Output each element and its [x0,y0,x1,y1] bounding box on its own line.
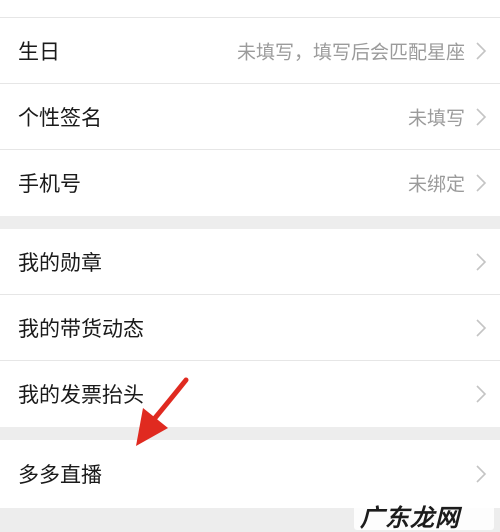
birthday-label: 生日 [18,40,60,64]
chevron-right-icon [476,42,487,60]
signature-label: 个性签名 [18,106,102,130]
site-watermark-logo: 广东龙网 [354,496,494,532]
phone-row[interactable]: 手机号 未绑定 [0,150,500,216]
top-cut-row [0,0,500,18]
signature-value: 未填写 [407,107,465,130]
phone-label: 手机号 [18,172,81,196]
account-group: 我的勋章 我的带货动态 我的发票抬头 [0,229,500,427]
birthday-row[interactable]: 生日 未填写，填写后会匹配星座 [0,18,500,84]
duoduo-live-label: 多多直播 [18,463,102,487]
birthday-value: 未填写，填写后会匹配星座 [236,41,465,64]
invoice-title-row[interactable]: 我的发票抬头 [0,361,500,427]
sales-activity-row[interactable]: 我的带货动态 [0,295,500,361]
chevron-right-icon [476,253,487,271]
medals-label: 我的勋章 [18,251,102,275]
profile-info-group: 生日 未填写，填写后会匹配星座 个性签名 未填写 手机号 未绑定 [0,0,500,216]
medals-row[interactable]: 我的勋章 [0,229,500,295]
chevron-right-icon [476,319,487,337]
watermark-text: 广东龙网 [360,503,460,532]
chevron-right-icon [476,174,487,192]
profile-settings-page: 生日 未填写，填写后会匹配星座 个性签名 未填写 手机号 未绑定 我的勋章 我的… [0,0,500,532]
sales-activity-label: 我的带货动态 [18,317,144,341]
chevron-right-icon [476,385,487,403]
signature-row[interactable]: 个性签名 未填写 [0,84,500,150]
invoice-title-label: 我的发票抬头 [18,383,144,407]
chevron-right-icon [476,465,487,483]
phone-value: 未绑定 [407,173,465,196]
chevron-right-icon [476,108,487,126]
